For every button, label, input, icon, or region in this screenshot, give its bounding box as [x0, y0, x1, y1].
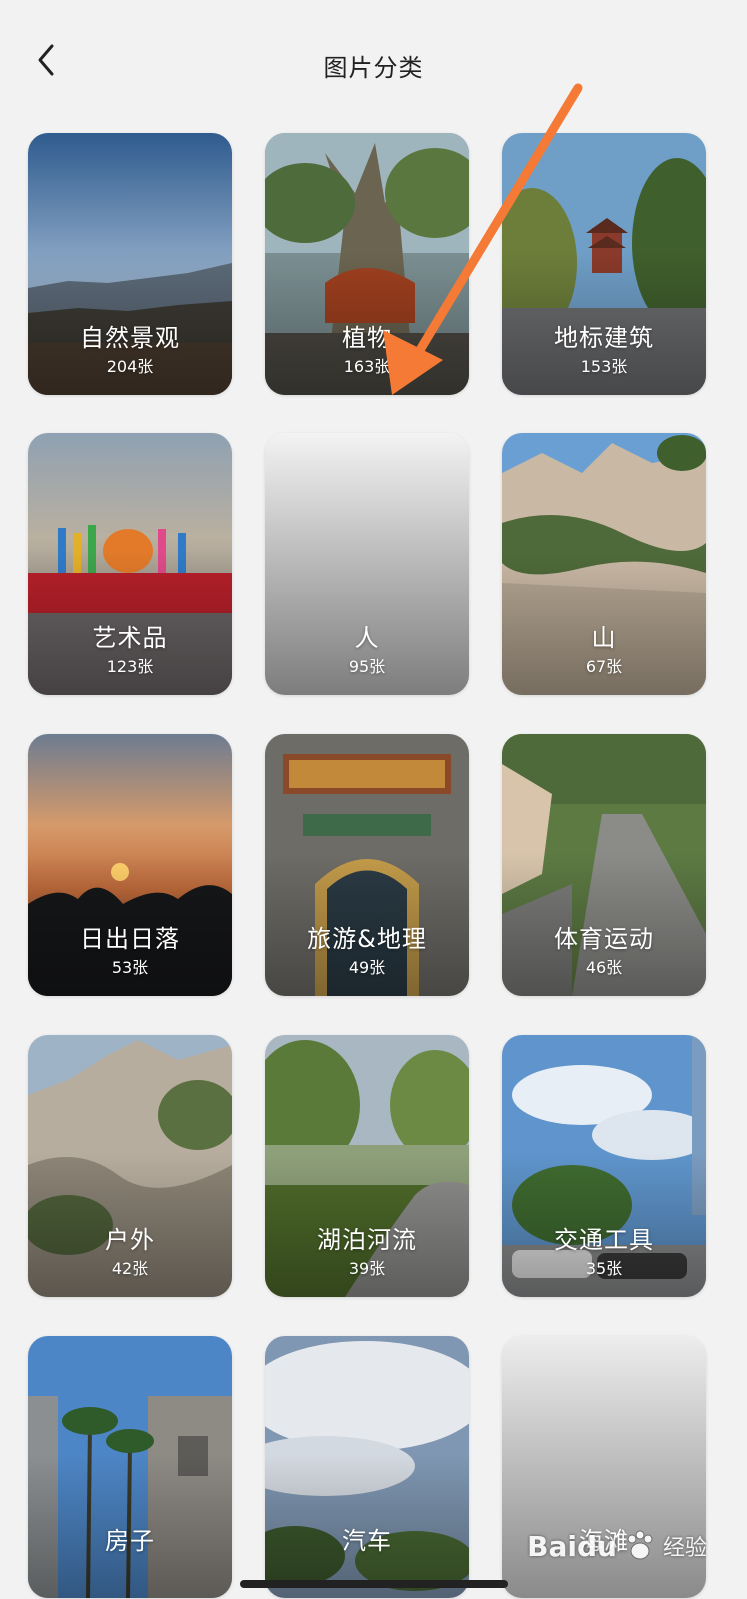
category-card-cars[interactable]: 汽车	[265, 1336, 469, 1598]
category-count: 49张	[348, 958, 386, 977]
header: 图片分类	[0, 20, 747, 100]
category-card-people[interactable]: 人 95张	[265, 433, 469, 695]
category-card-natural-landscape[interactable]: 自然景观 204张	[28, 133, 232, 395]
category-card-vehicles[interactable]: 交通工具 35张	[502, 1035, 706, 1297]
category-name: 户外	[105, 1226, 155, 1254]
watermark-brand: Baidu	[527, 1529, 617, 1563]
category-count: 153张	[580, 357, 628, 376]
category-count: 67张	[585, 657, 623, 676]
category-card-houses[interactable]: 房子	[28, 1336, 232, 1598]
category-name: 艺术品	[92, 624, 168, 652]
watermark: Baidu 经验	[527, 1521, 707, 1571]
category-count: 42张	[111, 1259, 149, 1278]
category-name: 人	[354, 624, 380, 652]
category-name: 汽车	[342, 1527, 392, 1555]
category-name: 日出日落	[80, 925, 180, 953]
category-count: 123张	[106, 657, 154, 676]
home-indicator[interactable]	[240, 1580, 508, 1588]
category-name: 自然景观	[80, 324, 180, 352]
category-count: 39张	[348, 1259, 386, 1278]
page-title: 图片分类	[323, 54, 424, 82]
category-card-sunrise-sunset[interactable]: 日出日落 53张	[28, 734, 232, 996]
category-name: 地标建筑	[554, 324, 654, 352]
category-card-sports[interactable]: 体育运动 46张	[502, 734, 706, 996]
category-name: 房子	[105, 1527, 155, 1555]
photo-categories-screen: 图片分类 自然景观 204张 植物 163张 地标建筑 153张 艺术品 123…	[0, 0, 747, 1599]
category-card-plants[interactable]: 植物 163张	[265, 133, 469, 395]
category-name: 山	[591, 624, 617, 652]
category-name: 旅游&地理	[307, 925, 427, 953]
category-name: 植物	[342, 324, 392, 352]
category-count: 95张	[348, 657, 386, 676]
category-count: 35张	[585, 1259, 623, 1278]
category-count: 163张	[343, 357, 391, 376]
watermark-label: 经验	[662, 1536, 707, 1561]
category-card-lakes-rivers[interactable]: 湖泊河流 39张	[265, 1035, 469, 1297]
category-count: 46张	[585, 958, 623, 977]
category-name: 湖泊河流	[317, 1226, 417, 1254]
category-count: 53张	[111, 958, 149, 977]
category-card-landmarks[interactable]: 地标建筑 153张	[502, 133, 706, 395]
category-card-mountain[interactable]: 山 67张	[502, 433, 706, 695]
baidu-paw-icon	[627, 1530, 653, 1560]
category-name: 交通工具	[554, 1226, 654, 1254]
category-name: 体育运动	[554, 925, 654, 953]
category-card-travel-geography[interactable]: 旅游&地理 49张	[265, 734, 469, 996]
category-card-art[interactable]: 艺术品 123张	[28, 433, 232, 695]
category-count: 204张	[106, 357, 154, 376]
category-card-outdoor[interactable]: 户外 42张	[28, 1035, 232, 1297]
